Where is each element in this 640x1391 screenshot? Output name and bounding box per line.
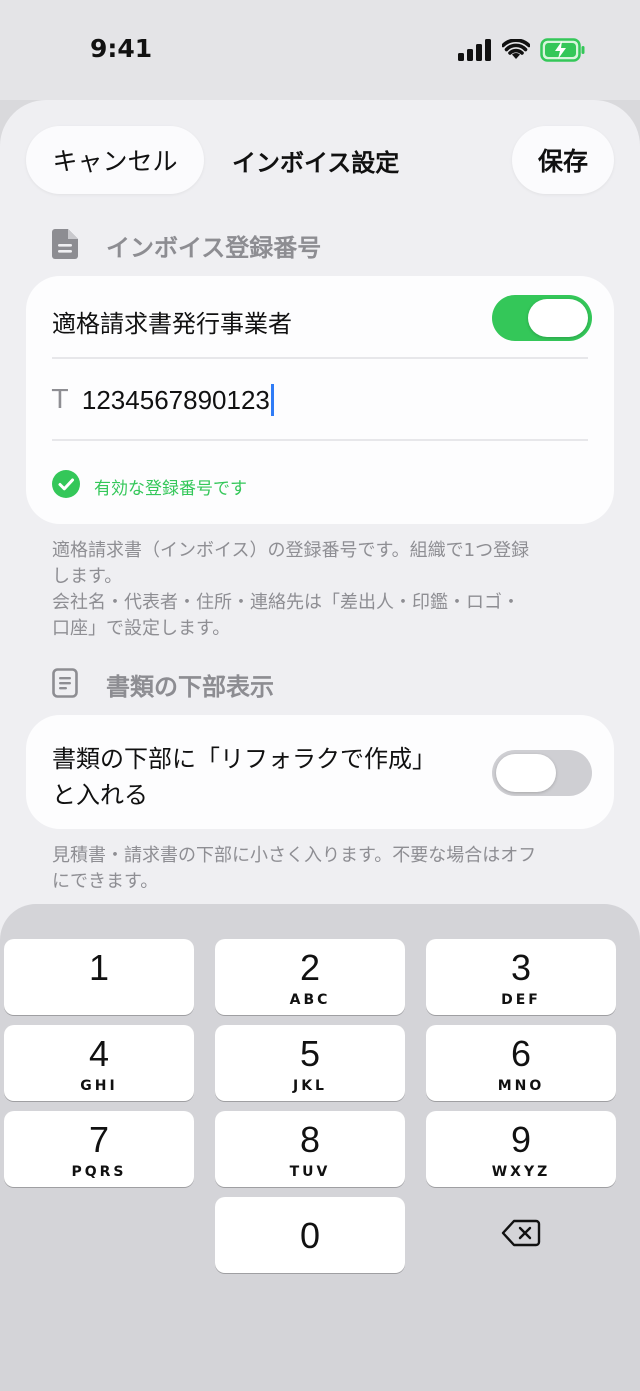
invoice-note: 適格請求書（インボイス）の登録番号です。組織で1つ登録 します。 会社名・代表者…	[52, 538, 572, 642]
key-3[interactable]: 3 DEF	[426, 939, 616, 1015]
validation-text: 有効な登録番号です	[94, 478, 247, 499]
key-4[interactable]: 4 GHI	[4, 1025, 194, 1101]
note-line: 適格請求書（インボイス）の登録番号です。組織で1つ登録	[52, 540, 530, 561]
key-digit: 5	[299, 1033, 321, 1074]
registration-number-value: 1234567890123	[81, 384, 270, 415]
footer-section-header: 書類の下部表示	[52, 667, 274, 702]
qualified-issuer-toggle[interactable]	[492, 295, 592, 341]
footer-credit-toggle[interactable]	[492, 750, 592, 796]
divider	[52, 357, 588, 359]
section-title: インボイス登録番号	[106, 234, 322, 262]
footer-note: 見積書・請求書の下部に小さく入ります。不要な場合はオフ にできます。	[52, 843, 572, 895]
key-letters: WXYZ	[491, 1164, 551, 1180]
note-line: 口座」で設定します。	[52, 618, 231, 639]
status-icons	[458, 38, 586, 66]
key-digit: 0	[299, 1215, 321, 1256]
footer-credit-label: 書類の下部に「リフォラクで作成」 と入れる	[52, 741, 436, 813]
qualified-issuer-label: 適格請求書発行事業者	[52, 310, 292, 338]
key-digit: 1	[88, 947, 110, 988]
key-6[interactable]: 6 MNO	[426, 1025, 616, 1101]
key-digit: 4	[88, 1033, 110, 1074]
note-line: します。	[52, 566, 123, 587]
validation-status: 有効な登録番号です	[52, 470, 247, 502]
invoice-card: 適格請求書発行事業者 T 1234567890123 有効な登録番号です	[26, 276, 614, 524]
key-digit: 7	[88, 1119, 110, 1160]
registration-number-field[interactable]: T 1234567890123	[52, 384, 274, 416]
note-line: にできます。	[52, 871, 159, 892]
footer-card: 書類の下部に「リフォラクで作成」 と入れる	[26, 715, 614, 829]
key-digit: 6	[510, 1033, 532, 1074]
section-title: 書類の下部表示	[106, 673, 274, 701]
checkmark-circle-icon	[52, 470, 80, 502]
key-digit: 9	[510, 1119, 532, 1160]
document-icon	[52, 228, 78, 263]
page-title: インボイス設定	[232, 149, 400, 177]
divider	[52, 439, 588, 441]
status-time: 9:41	[90, 34, 153, 63]
key-9[interactable]: 9 WXYZ	[426, 1111, 616, 1187]
key-5[interactable]: 5 JKL	[215, 1025, 405, 1101]
key-letters: TUV	[289, 1164, 331, 1180]
key-2[interactable]: 2 ABC	[215, 939, 405, 1015]
key-letters: DEF	[501, 992, 541, 1008]
text-cursor	[270, 384, 274, 416]
key-digit: 2	[299, 947, 321, 988]
number-prefix: T	[52, 385, 68, 415]
key-letters: JKL	[293, 1078, 327, 1094]
key-1[interactable]: 1	[4, 939, 194, 1015]
note-line: 会社名・代表者・住所・連絡先は「差出人・印鑑・ロゴ・	[52, 592, 520, 613]
key-letters: ABC	[289, 992, 331, 1008]
cancel-button[interactable]: キャンセル	[26, 126, 204, 194]
key-7[interactable]: 7 PQRS	[4, 1111, 194, 1187]
backspace-icon	[501, 1219, 541, 1251]
numeric-keypad: 1 2 ABC 3 DEF 4 GHI 5 JKL 6 MNO 7 PQRS 8…	[0, 904, 640, 1391]
key-digit: 3	[510, 947, 532, 988]
key-letters: MNO	[497, 1078, 545, 1094]
note-line: 見積書・請求書の下部に小さく入ります。不要な場合はオフ	[52, 845, 537, 866]
invoice-section-header: インボイス登録番号	[52, 228, 321, 263]
key-letters: PQRS	[71, 1164, 127, 1180]
battery-charging-icon	[540, 38, 586, 66]
document-lines-icon	[52, 667, 78, 702]
wifi-icon	[501, 38, 531, 65]
cellular-signal-icon	[458, 39, 492, 65]
status-bar: 9:41	[0, 0, 640, 100]
key-0[interactable]: 0	[215, 1197, 405, 1273]
label-line: と入れる	[52, 781, 148, 809]
label-line: 書類の下部に「リフォラクで作成」	[52, 745, 436, 773]
key-letters: GHI	[80, 1078, 118, 1094]
key-digit: 8	[299, 1119, 321, 1160]
delete-key[interactable]	[426, 1197, 616, 1273]
save-button[interactable]: 保存	[512, 126, 614, 194]
key-8[interactable]: 8 TUV	[215, 1111, 405, 1187]
